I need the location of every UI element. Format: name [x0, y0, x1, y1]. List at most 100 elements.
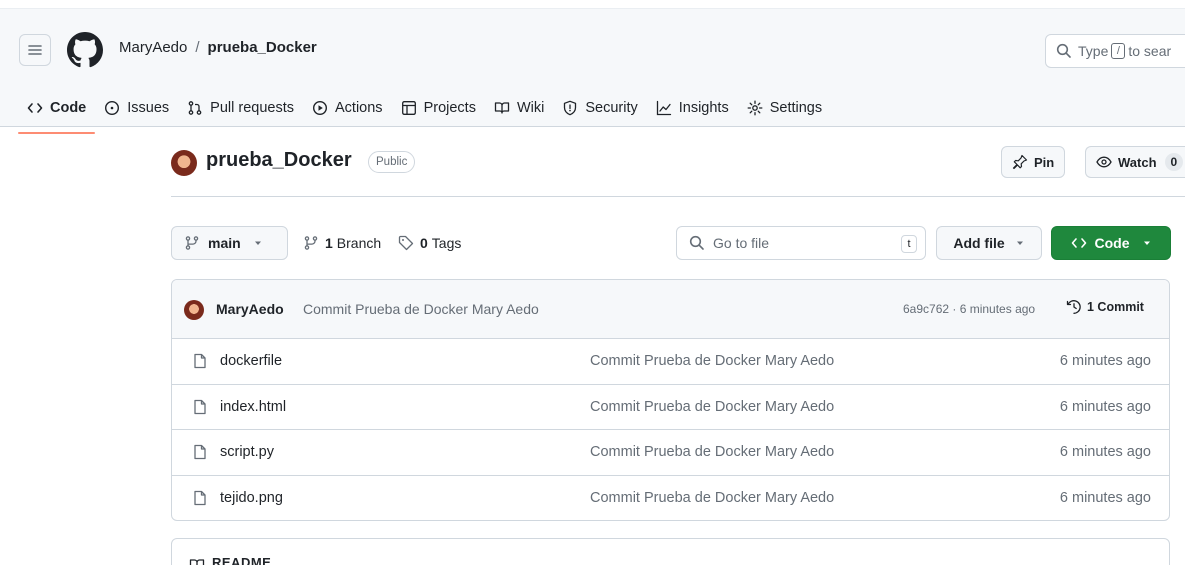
- branch-count-label: Branch: [336, 235, 382, 251]
- repo-nav: Code Issues Pull requests Actions Projec…: [0, 90, 831, 134]
- readme-tab-label[interactable]: README: [212, 555, 271, 565]
- commit-sha-time[interactable]: 6a9c762 · 6 minutes ago: [903, 302, 1035, 316]
- table-row[interactable]: tejido.png Commit Prueba de Docker Mary …: [172, 476, 1169, 521]
- chevron-down-icon: [254, 241, 261, 245]
- file-commit-message[interactable]: Commit Prueba de Docker Mary Aedo: [590, 490, 834, 506]
- tab-issues[interactable]: Issues: [95, 90, 178, 126]
- search-icon: [689, 235, 704, 250]
- pin-label: Pin: [1034, 154, 1055, 170]
- branch-select-button[interactable]: main: [171, 226, 288, 260]
- tab-wiki-label: Wiki: [516, 100, 545, 116]
- issue-icon: [105, 100, 120, 116]
- go-to-file-placeholder: Go to file: [713, 235, 770, 251]
- watch-label: Watch: [1118, 154, 1157, 170]
- tab-projects[interactable]: Projects: [392, 90, 485, 126]
- file-date: 6 minutes ago: [1059, 353, 1151, 369]
- tab-issues-label: Issues: [127, 100, 170, 116]
- search-suffix-text: to sear: [1128, 43, 1172, 59]
- commit-count-label: 1 Commit: [1087, 300, 1144, 314]
- tag-count: 0: [420, 235, 428, 251]
- breadcrumb: MaryAedo / prueba_Docker: [119, 39, 317, 56]
- eye-icon: [1096, 156, 1112, 168]
- tab-settings-label: Settings: [769, 100, 823, 116]
- add-file-label: Add file: [953, 235, 1005, 251]
- tab-security[interactable]: Security: [553, 90, 646, 126]
- file-icon: [194, 444, 206, 460]
- hamburger-icon: [28, 45, 42, 55]
- file-name[interactable]: index.html: [220, 399, 286, 415]
- tab-code-label: Code: [50, 100, 87, 116]
- file-name[interactable]: dockerfile: [220, 353, 282, 369]
- branches-link[interactable]: 1 Branch: [303, 235, 381, 251]
- commit-author[interactable]: MaryAedo: [216, 301, 284, 317]
- file-name[interactable]: tejido.png: [220, 490, 283, 506]
- chevron-down-icon: [1143, 241, 1150, 245]
- chevron-down-icon: [1016, 241, 1023, 245]
- hamburger-menu-button[interactable]: [19, 34, 51, 66]
- tab-wiki[interactable]: Wiki: [485, 90, 553, 126]
- commit-history-link[interactable]: 1 Commit: [1066, 299, 1144, 315]
- branch-count: 1: [325, 235, 333, 251]
- go-to-file-input[interactable]: Go to file t: [676, 226, 926, 260]
- tab-security-label: Security: [585, 100, 638, 116]
- table-row[interactable]: script.py Commit Prueba de Docker Mary A…: [172, 430, 1169, 476]
- file-icon: [194, 399, 206, 414]
- global-search-input[interactable]: Type / to sear: [1045, 34, 1185, 68]
- file-commit-message[interactable]: Commit Prueba de Docker Mary Aedo: [590, 444, 834, 460]
- code-button-label: Code: [1094, 235, 1130, 251]
- readme-panel: README: [171, 538, 1170, 565]
- search-prefix-text: Type: [1078, 43, 1109, 59]
- search-icon: [1056, 43, 1071, 58]
- header-top-line: [0, 8, 1185, 9]
- tab-insights-label: Insights: [678, 100, 729, 116]
- branch-icon: [304, 236, 318, 250]
- table-icon: [401, 101, 416, 115]
- search-shortcut-key: /: [1111, 43, 1126, 59]
- commit-author-avatar[interactable]: [184, 300, 204, 320]
- book-icon: [494, 102, 510, 114]
- file-date: 6 minutes ago: [1059, 489, 1151, 506]
- pin-button[interactable]: Pin: [1001, 146, 1066, 178]
- history-icon: [1066, 300, 1081, 314]
- tag-count-label: Tags: [431, 235, 462, 251]
- watch-count: 0: [1164, 153, 1184, 171]
- tab-insights[interactable]: Insights: [647, 90, 738, 126]
- branch-icon: [185, 236, 199, 250]
- tab-pull-requests-label: Pull requests: [210, 100, 294, 116]
- tab-actions[interactable]: Actions: [303, 90, 392, 126]
- latest-commit-row: MaryAedo Commit Prueba de Docker Mary Ae…: [172, 280, 1169, 339]
- code-button[interactable]: Code: [1051, 226, 1171, 260]
- tab-code[interactable]: Code: [0, 90, 96, 134]
- book-icon: [189, 559, 205, 565]
- repo-title[interactable]: prueba_Docker: [206, 149, 352, 172]
- branch-name: main: [208, 235, 241, 251]
- add-file-button[interactable]: Add file: [936, 226, 1042, 260]
- shield-icon: [564, 100, 577, 116]
- github-logo-icon[interactable]: [67, 32, 103, 68]
- table-row[interactable]: index.html Commit Prueba de Docker Mary …: [172, 385, 1169, 430]
- tab-pull-requests[interactable]: Pull requests: [178, 90, 303, 126]
- breadcrumb-repo[interactable]: prueba_Docker: [208, 39, 317, 56]
- file-list: MaryAedo Commit Prueba de Docker Mary Ae…: [171, 279, 1170, 521]
- tab-settings[interactable]: Settings: [738, 90, 831, 126]
- file-icon: [194, 353, 206, 369]
- breadcrumb-owner[interactable]: MaryAedo: [119, 39, 187, 56]
- owner-avatar[interactable]: [171, 150, 197, 176]
- tag-icon: [398, 235, 414, 251]
- visibility-badge: Public: [368, 151, 416, 173]
- commit-message[interactable]: Commit Prueba de Docker Mary Aedo: [303, 301, 539, 317]
- file-name[interactable]: script.py: [220, 444, 274, 460]
- tags-link[interactable]: 0 Tags: [398, 235, 461, 251]
- pin-icon: [1012, 154, 1028, 170]
- tab-actions-label: Actions: [335, 100, 383, 116]
- table-row[interactable]: dockerfile Commit Prueba de Docker Mary …: [172, 339, 1169, 385]
- file-commit-message[interactable]: Commit Prueba de Docker Mary Aedo: [590, 399, 834, 415]
- file-commit-message[interactable]: Commit Prueba de Docker Mary Aedo: [590, 353, 834, 369]
- tab-projects-label: Projects: [423, 100, 476, 116]
- gear-icon: [747, 100, 763, 116]
- code-icon: [27, 103, 43, 113]
- watch-button[interactable]: Watch 0: [1085, 146, 1185, 178]
- breadcrumb-separator: /: [195, 39, 200, 56]
- file-date: 6 minutes ago: [1059, 444, 1151, 460]
- code-icon: [1071, 238, 1086, 248]
